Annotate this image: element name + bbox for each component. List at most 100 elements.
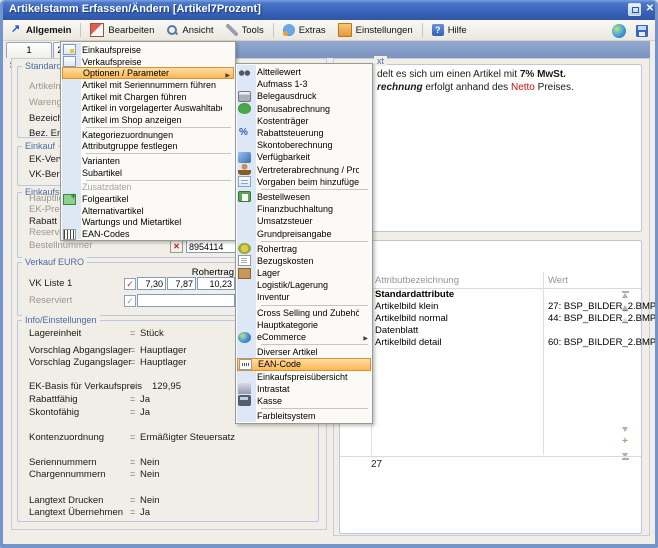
vk-liste-edit-checkbox[interactable]	[124, 278, 136, 290]
scroll-up-icon[interactable]	[621, 315, 630, 324]
table-row[interactable]: Artikelbild klein 27: BSP_BILDER_2.BMP	[340, 301, 640, 313]
restore-window-button[interactable]	[628, 3, 641, 16]
scroll-down-icon[interactable]	[621, 425, 630, 434]
menu-item-subartikel[interactable]: Subartikel	[62, 167, 234, 179]
menu-item-kasse[interactable]: Kasse	[237, 395, 371, 407]
clear-bestellnummer-button[interactable]	[170, 240, 183, 253]
menu-item-label: Folgeartikel	[82, 194, 129, 204]
column-header-attributbezeichnung: Attributbezeichnung	[375, 275, 459, 286]
menu-item-kategoriezuordnungen[interactable]: Kategoriezuordnungen	[62, 129, 234, 141]
table-row[interactable]: Artikelbild normal 44: BSP_BILDER_2.BMP	[340, 313, 640, 325]
menu-item-aufmass-1-3[interactable]: Aufmass 1-3	[237, 78, 371, 90]
menu-item-rabattsteuerung[interactable]: Rabattsteuerung	[237, 127, 371, 139]
menu-item-logistik-lagerung[interactable]: Logistik/Lagerung	[237, 279, 371, 291]
menu-item-optionen-parameter[interactable]: Optionen / Parameter	[62, 67, 234, 79]
menu-item-bezugskosten[interactable]: Bezugskosten	[237, 255, 371, 267]
menu-item-zusatzdaten[interactable]: Zusatzdaten	[62, 182, 234, 194]
scroll-up-icon[interactable]	[621, 303, 630, 312]
detail-divider	[340, 456, 641, 457]
menu-item-label: Vorgaben beim hinzufügen im Beleg	[257, 177, 359, 187]
menu-item-diverser-artikel[interactable]: Diverser Artikel	[237, 346, 371, 358]
menu-item-einkaufspreise[interactable]: Einkaufspreise	[62, 44, 234, 56]
vk-price-2-input[interactable]	[167, 277, 196, 290]
submenu-arrow-icon	[363, 332, 368, 342]
edit-book-icon	[90, 23, 104, 37]
menu-item-ansicht[interactable]: Ansicht	[160, 22, 219, 39]
table-row[interactable]: Standardattribute	[340, 289, 640, 301]
menu-item-verfügbarkeit[interactable]: Verfügbarkeit	[237, 151, 371, 163]
menu-item-artikel-in-vorgelagerter-auswahltabelle-verbergen[interactable]: Artikel in vorgelagerter Auswahltabelle …	[62, 102, 234, 114]
add-row-icon[interactable]	[621, 438, 630, 447]
blank-icon	[238, 347, 251, 358]
menu-item-bonusabrechnung[interactable]: Bonusabrechnung	[237, 103, 371, 115]
menu-item-vorgaben-beim-hinzufügen-im-beleg[interactable]: Vorgaben beim hinzufügen im Beleg	[237, 176, 371, 188]
menu-item-label: Einkaufspreisübersicht	[257, 372, 348, 382]
menu-item-kostenträger[interactable]: Kostenträger	[237, 115, 371, 127]
menu-item-label: Bearbeiten	[108, 25, 154, 36]
menu-item-intrastat[interactable]: Intrastat	[237, 383, 371, 395]
menu-item-bearbeiten[interactable]: Bearbeiten	[84, 22, 160, 39]
menu-item-allgemein[interactable]: Allgemein	[4, 22, 77, 39]
menu-item-bestellwesen[interactable]: Bestellwesen	[237, 191, 371, 203]
menu-item-einkaufspreisübersicht[interactable]: Einkaufspreisübersicht	[237, 371, 371, 383]
reserviert-edit-checkbox[interactable]	[124, 295, 136, 307]
menu-item-ean-codes[interactable]: EAN-Codes	[62, 228, 234, 240]
menu-item-skontoberechnung[interactable]: Skontoberechnung	[237, 139, 371, 151]
menu-item-alternativartikel[interactable]: Alternativartikel	[62, 205, 234, 217]
menu-item-wartungs-und-mietartikel[interactable]: Wartungs und Mietartikel	[62, 217, 234, 229]
menu-item-ecommerce[interactable]: eCommerce	[237, 331, 371, 343]
menu-item-attributgruppe-festlegen[interactable]: Attributgruppe festlegen	[62, 141, 234, 153]
attribute-name: Artikelbild klein	[375, 301, 438, 312]
web-globe-icon[interactable]	[612, 24, 626, 38]
menu-item-label: Alternativartikel	[82, 206, 144, 216]
menu-item-extras[interactable]: Extras	[277, 22, 332, 39]
menu-item-inventur[interactable]: Inventur	[237, 291, 371, 303]
scroll-to-top-icon[interactable]	[621, 291, 630, 300]
close-window-button[interactable]	[644, 2, 656, 16]
attribute-value: 27: BSP_BILDER_2.BMP	[548, 301, 656, 312]
menu-item-rohertrag[interactable]: Rohertrag	[237, 243, 371, 255]
menu-item-label: Artikel mit Chargen führen	[82, 92, 187, 102]
menu-item-vertreterabrechnung-provision[interactable]: Vertreterabrechnung / Provision	[237, 164, 371, 176]
menu-separator	[261, 344, 368, 345]
note-text: erfolgt anhand des	[423, 82, 511, 93]
menu-item-varianten[interactable]: Varianten	[62, 155, 234, 167]
menu-item-farbleitsystem[interactable]: Farbleitsystem	[237, 410, 371, 422]
menu-item-hauptkategorie[interactable]: Hauptkategorie	[237, 319, 371, 331]
menu-item-hilfe[interactable]: Hilfe	[426, 22, 473, 39]
menu-item-lager[interactable]: Lager	[237, 267, 371, 279]
blank-icon	[238, 140, 251, 151]
menu-separator	[261, 305, 368, 306]
menu-item-verkaufspreise[interactable]: Verkaufspreise	[62, 56, 234, 68]
save-icon[interactable]	[636, 25, 648, 37]
menu-item-label: Varianten	[82, 156, 120, 166]
menu-item-einstellungen[interactable]: Einstellungen	[332, 22, 419, 39]
cash-icon	[238, 395, 251, 406]
menu-item-cross-selling-und-zubehör[interactable]: Cross Selling und Zubehör	[237, 307, 371, 319]
menu-item-artikel-mit-seriennummern-führen[interactable]: Artikel mit Seriennummern führen	[62, 79, 234, 91]
menu-item-label: Bonusabrechnung	[257, 104, 330, 114]
table-row[interactable]: Datenblatt	[340, 325, 640, 337]
menu-item-tools[interactable]: Tools	[220, 22, 270, 39]
menu-item-label: eCommerce	[257, 332, 306, 342]
menu-item-folgeartikel[interactable]: Folgeartikel	[62, 193, 234, 205]
menu-item-ean-code[interactable]: EAN-Code	[237, 358, 371, 370]
reserviert-input[interactable]	[137, 294, 235, 307]
menu-item-label: Subartikel	[82, 168, 122, 178]
menu-separator	[422, 23, 423, 37]
menu-item-finanzbuchhaltung[interactable]: Finanzbuchhaltung	[237, 203, 371, 215]
tab-standard[interactable]: 1 Standard	[6, 42, 52, 58]
linked-table-icon	[63, 194, 76, 205]
menu-item-label: EAN-Codes	[82, 229, 130, 239]
menu-item-artikel-mit-chargen-führen[interactable]: Artikel mit Chargen führen	[62, 91, 234, 103]
table-row[interactable]: Artikelbild detail 60: BSP_BILDER_2.BMP	[340, 337, 640, 349]
vk-rohertrag-input[interactable]	[197, 277, 235, 290]
menu-item-artikel-im-shop-anzeigen[interactable]: Artikel im Shop anzeigen	[62, 114, 234, 126]
menu-item-altteilewert[interactable]: Altteilewert	[237, 66, 371, 78]
menu-item-grundpreisangabe[interactable]: Grundpreisangabe	[237, 227, 371, 239]
menu-item-umsatzsteuer[interactable]: Umsatzsteuer	[237, 215, 371, 227]
blank-icon	[63, 141, 76, 152]
vk-price-1-input[interactable]	[137, 277, 166, 290]
menu-item-belegausdruck[interactable]: Belegausdruck	[237, 90, 371, 102]
menu-item-label: Artikel im Shop anzeigen	[82, 115, 182, 125]
